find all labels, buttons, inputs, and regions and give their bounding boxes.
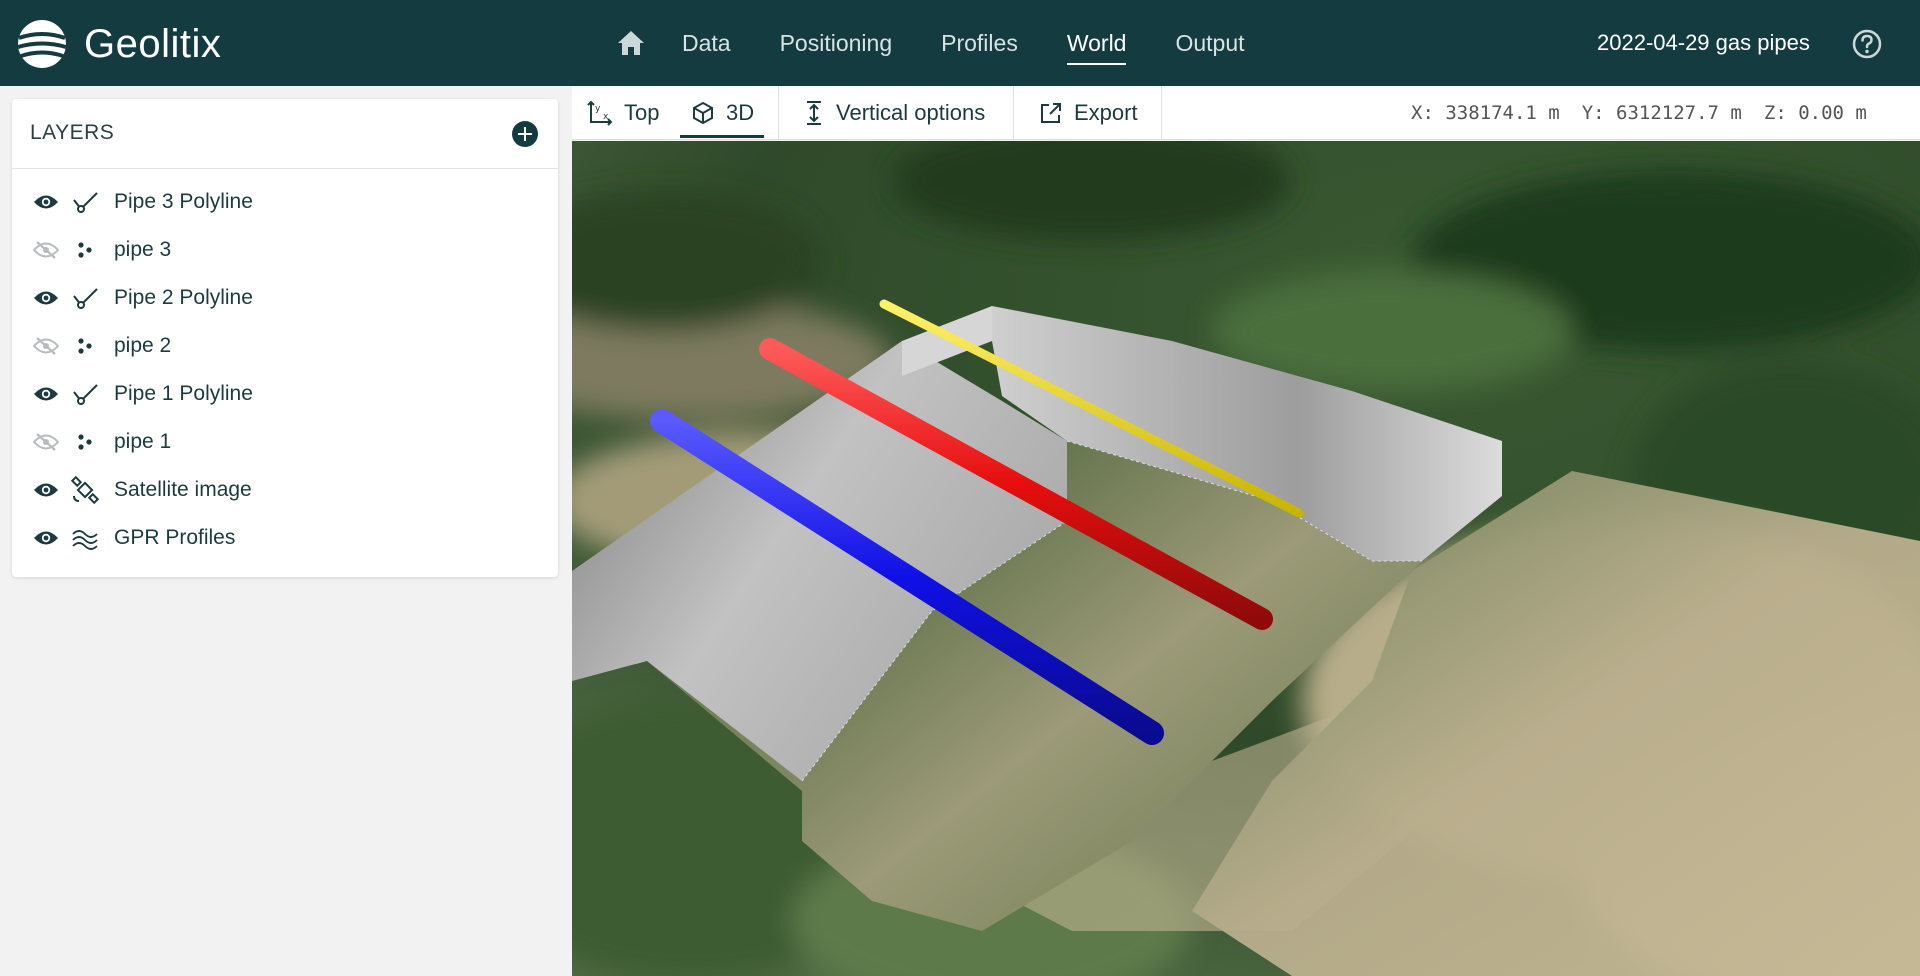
nav-profiles[interactable]: Profiles xyxy=(941,26,1018,61)
layer-label: Pipe 3 Polyline xyxy=(114,190,253,213)
eye-icon[interactable] xyxy=(32,480,60,500)
3d-view-label: 3D xyxy=(726,100,755,125)
coordinate-readout: X: 338174.1 m Y: 6312127.7 m Z: 0.00 m xyxy=(1411,102,1867,124)
top-bar: Geolitix Data Positioning Profiles World… xyxy=(0,0,1920,86)
3d-viewport[interactable] xyxy=(572,141,1920,976)
layers-title: LAYERS xyxy=(30,121,115,144)
layer-label: pipe 1 xyxy=(114,430,172,453)
top-view-icon: y x xyxy=(587,100,613,126)
vertical-options-label: Vertical options xyxy=(836,100,986,125)
svg-text:x: x xyxy=(603,112,609,122)
layer-row-gpr-profiles[interactable]: GPR Profiles xyxy=(12,514,558,562)
points-icon xyxy=(70,236,100,264)
logo[interactable]: Geolitix xyxy=(16,18,221,70)
eye-icon[interactable] xyxy=(32,288,60,308)
home-icon xyxy=(618,31,644,55)
export-icon xyxy=(1041,103,1061,123)
eye-off-icon[interactable] xyxy=(32,336,60,356)
eye-icon[interactable] xyxy=(32,192,60,212)
eye-icon[interactable] xyxy=(32,384,60,404)
points-icon xyxy=(70,332,100,360)
vertical-options-button[interactable]: Vertical options xyxy=(802,86,985,140)
export-button[interactable]: Export xyxy=(1038,86,1138,140)
layer-label: Pipe 1 Polyline xyxy=(114,382,253,405)
points-icon xyxy=(70,428,100,456)
layer-row-pipe3-polyline[interactable]: Pipe 3 Polyline xyxy=(12,178,558,226)
layer-label: Pipe 2 Polyline xyxy=(114,286,253,309)
coord-z: Z: 0.00 m xyxy=(1763,102,1867,124)
eye-off-icon[interactable] xyxy=(32,432,60,452)
polyline-icon xyxy=(70,380,100,408)
vertical-arrows-icon xyxy=(807,101,821,125)
eye-icon[interactable] xyxy=(32,528,60,548)
project-title: 2022-04-29 gas pipes xyxy=(1597,30,1810,55)
toolbar-divider xyxy=(1161,86,1162,140)
toolbar-divider xyxy=(1013,86,1014,140)
layer-row-pipe2[interactable]: pipe 2 xyxy=(12,322,558,370)
sidebar: LAYERS Pipe 3 Polyline pipe 3 Pipe 2 Pol… xyxy=(0,86,572,976)
layer-label: Satellite image xyxy=(114,478,252,501)
toolbar-divider xyxy=(778,86,779,140)
layer-label: GPR Profiles xyxy=(114,526,236,549)
view-toolbar: y x Top 3D Vertical options Export X: 33… xyxy=(572,86,1920,140)
top-view-button[interactable]: y x Top xyxy=(586,86,659,140)
svg-text:y: y xyxy=(595,104,601,114)
layers-header: LAYERS xyxy=(12,99,558,169)
layer-row-pipe1-polyline[interactable]: Pipe 1 Polyline xyxy=(12,370,558,418)
logo-text: Geolitix xyxy=(84,21,222,66)
polyline-icon xyxy=(70,284,100,312)
layer-label: pipe 3 xyxy=(114,238,172,261)
main-nav: Data Positioning Profiles World Output xyxy=(614,0,1294,86)
layer-list: Pipe 3 Polyline pipe 3 Pipe 2 Polyline p… xyxy=(12,169,558,562)
nav-world[interactable]: World xyxy=(1066,26,1126,65)
layer-row-pipe3[interactable]: pipe 3 xyxy=(12,226,558,274)
3d-view-button[interactable]: 3D xyxy=(679,86,765,140)
globe-logo-icon xyxy=(17,20,67,68)
export-label: Export xyxy=(1074,100,1138,125)
cube-icon xyxy=(693,101,713,125)
layers-panel: LAYERS Pipe 3 Polyline pipe 3 Pipe 2 Pol… xyxy=(12,99,558,577)
coord-y: Y: 6312127.7 m xyxy=(1581,102,1742,124)
add-layer-button[interactable] xyxy=(512,121,538,147)
3d-scene[interactable] xyxy=(572,141,1920,976)
help-icon[interactable] xyxy=(1851,28,1883,60)
coord-x: X: 338174.1 m xyxy=(1411,102,1560,124)
nav-output[interactable]: Output xyxy=(1175,26,1244,61)
top-view-label: Top xyxy=(624,100,660,125)
profiles-icon xyxy=(70,524,100,552)
nav-data[interactable]: Data xyxy=(682,26,731,61)
layer-row-pipe1[interactable]: pipe 1 xyxy=(12,418,558,466)
home-button[interactable] xyxy=(614,26,648,60)
layer-row-satellite-image[interactable]: Satellite image xyxy=(12,466,558,514)
nav-positioning[interactable]: Positioning xyxy=(780,26,893,61)
polyline-icon xyxy=(70,188,100,216)
satellite-icon xyxy=(70,476,100,504)
layer-row-pipe2-polyline[interactable]: Pipe 2 Polyline xyxy=(12,274,558,322)
eye-off-icon[interactable] xyxy=(32,240,60,260)
layer-label: pipe 2 xyxy=(114,334,172,357)
